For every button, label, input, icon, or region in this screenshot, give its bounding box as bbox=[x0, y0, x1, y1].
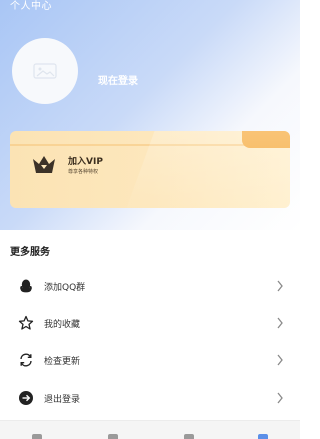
more-services-title: 更多服务 bbox=[10, 247, 50, 258]
menu-item-my-favorites[interactable]: 我的收藏 bbox=[0, 306, 300, 340]
refresh-icon bbox=[20, 353, 32, 367]
chevron-right-icon bbox=[277, 280, 283, 292]
page-title: 个人中心 bbox=[10, 1, 52, 12]
menu-item-check-update[interactable]: 检查更新 bbox=[0, 343, 300, 377]
bottom-tab-bar bbox=[0, 420, 300, 439]
menu-item-logout[interactable]: 退出登录 bbox=[0, 381, 300, 415]
vip-card-stripe bbox=[10, 144, 290, 146]
chevron-right-icon bbox=[277, 317, 283, 329]
avatar[interactable] bbox=[12, 38, 78, 104]
menu-item-label: 检查更新 bbox=[44, 357, 81, 367]
qq-icon bbox=[20, 279, 32, 293]
login-link[interactable]: 现在登录 bbox=[98, 72, 138, 87]
vip-card[interactable]: 加入VIP 尊享各种特权 bbox=[10, 131, 290, 208]
logout-icon bbox=[19, 391, 33, 405]
menu-item-label: 退出登录 bbox=[44, 395, 81, 405]
star-icon bbox=[18, 315, 34, 330]
vip-card-tab bbox=[242, 131, 290, 148]
tab-home-icon[interactable] bbox=[32, 434, 42, 439]
tab-profile-icon[interactable] bbox=[258, 434, 268, 439]
menu-item-label: 添加QQ群 bbox=[44, 283, 86, 293]
tab-category-icon[interactable] bbox=[108, 434, 118, 439]
vip-title: 加入VIP bbox=[68, 157, 103, 167]
chevron-right-icon bbox=[277, 392, 283, 404]
crown-icon bbox=[33, 156, 55, 173]
avatar-placeholder-icon bbox=[33, 63, 57, 79]
menu-item-label: 我的收藏 bbox=[44, 320, 81, 330]
menu-item-add-qq-group[interactable]: 添加QQ群 bbox=[0, 269, 300, 303]
vip-subtitle: 尊享各种特权 bbox=[68, 169, 99, 175]
tab-discover-icon[interactable] bbox=[184, 434, 194, 439]
chevron-right-icon bbox=[277, 354, 283, 366]
